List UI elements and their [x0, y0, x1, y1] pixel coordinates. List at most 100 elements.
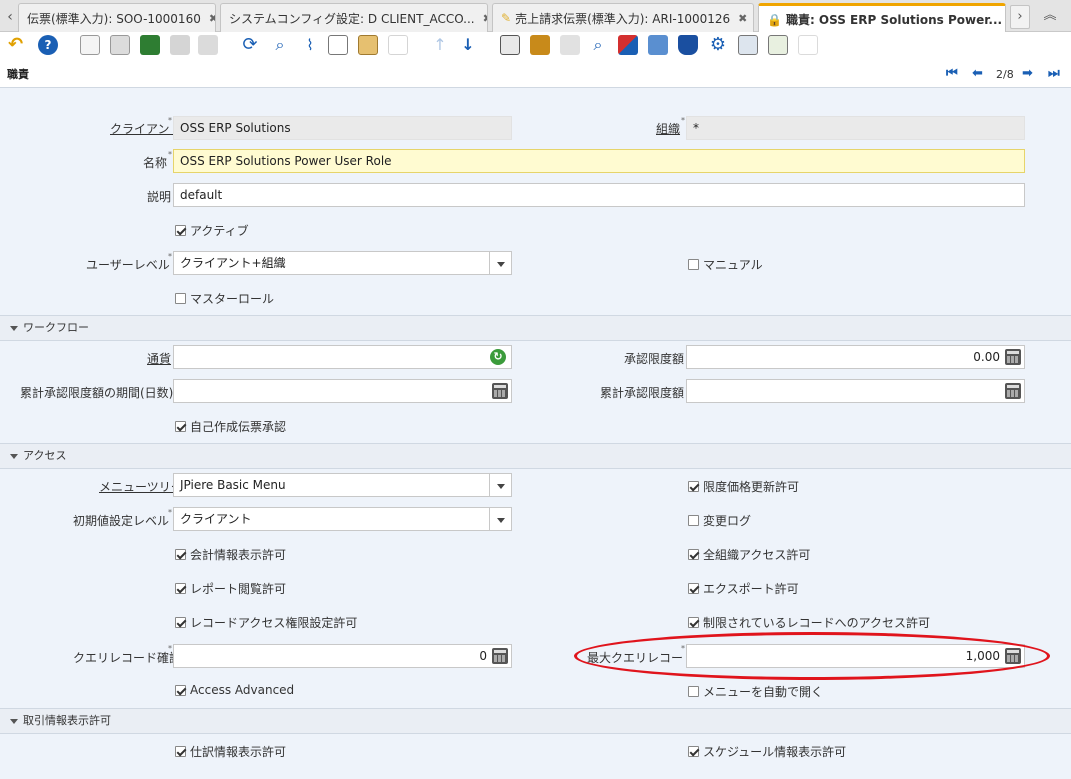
user-level-select[interactable]: クライアント+組織 [173, 251, 512, 275]
calculator-icon[interactable] [492, 648, 508, 664]
checkbox-box[interactable] [175, 746, 186, 757]
save-new-icon[interactable] [198, 35, 218, 55]
checkbox-box[interactable] [175, 684, 186, 696]
chevron-down-icon[interactable] [489, 252, 511, 274]
record-access-checkbox[interactable]: レコードアクセス権限設定許可 [175, 614, 357, 631]
last-record-icon[interactable]: ⏭ [1048, 66, 1060, 81]
checkbox-box[interactable] [688, 259, 699, 270]
schedule-checkbox[interactable]: スケジュール情報表示許可 [688, 743, 846, 760]
calculator-icon[interactable] [1005, 349, 1021, 365]
checkbox-box[interactable] [175, 549, 186, 560]
checkbox-box[interactable] [688, 686, 699, 697]
max-query-input[interactable]: 1,000 [686, 644, 1025, 668]
close-icon[interactable]: ✖ [209, 12, 215, 25]
archive-icon[interactable] [530, 35, 550, 55]
chevron-down-icon[interactable] [489, 474, 511, 496]
tab-role[interactable]: 🔒 職責: OSS ERP Solutions Power... ✖ [758, 3, 1006, 33]
checkbox-box[interactable] [688, 549, 699, 560]
restricted-access-checkbox[interactable]: 制限されているレコードへのアクセス許可 [688, 614, 930, 631]
database-icon[interactable] [678, 35, 698, 55]
all-orgs-checkbox[interactable]: 全組織アクセス許可 [688, 546, 810, 563]
active-checkbox[interactable]: アクティブ [175, 222, 249, 239]
tab-sales-order[interactable]: 伝票(標準入力): SOO-1000160 ✖ [18, 3, 216, 32]
report-icon[interactable] [500, 35, 520, 55]
checkbox-box[interactable] [175, 617, 186, 628]
delete-icon[interactable] [140, 35, 160, 55]
undo-icon[interactable]: ↶ [8, 35, 28, 55]
export-icon[interactable] [738, 35, 758, 55]
change-log-checkbox[interactable]: 変更ログ [688, 512, 751, 529]
close-icon[interactable]: ✖ [738, 12, 747, 25]
next-record-icon[interactable]: ➡ [1022, 66, 1033, 81]
menu-tree-select[interactable]: JPiere Basic Menu [173, 473, 512, 497]
checkbox-box[interactable] [688, 515, 699, 526]
checkbox-box[interactable] [175, 225, 186, 236]
checkbox-box[interactable] [175, 293, 186, 304]
tab-ar-invoice[interactable]: ✎ 売上請求伝票(標準入力): ARI-1000126 ✖ [492, 3, 754, 32]
accum-period-input[interactable] [173, 379, 512, 403]
menu-tree-label[interactable]: メニューツリー [99, 478, 183, 495]
product-info-icon[interactable] [648, 35, 668, 55]
currency-input[interactable]: ↻ [173, 345, 512, 369]
save-icon[interactable] [170, 35, 190, 55]
arrow-down-icon[interactable]: ↓ [458, 35, 478, 55]
self-approve-checkbox[interactable]: 自己作成伝票承認 [175, 418, 286, 435]
close-icon[interactable]: ✖ [483, 12, 487, 25]
copy-record-icon[interactable] [110, 35, 130, 55]
org-label[interactable]: 組織 [656, 120, 680, 137]
checkbox-box[interactable] [175, 421, 186, 432]
checkbox-box[interactable] [688, 746, 699, 757]
refresh-icon[interactable]: ⟳ [240, 35, 260, 55]
manual-checkbox[interactable]: マニュアル [688, 256, 763, 273]
parent-record-icon[interactable] [388, 35, 408, 55]
calculator-icon[interactable] [1005, 648, 1021, 664]
currency-label[interactable]: 通貨 [147, 350, 171, 367]
approval-amount-input[interactable]: 0.00 [686, 345, 1025, 369]
checkbox-box[interactable] [688, 481, 699, 492]
chevron-down-icon[interactable] [489, 508, 511, 530]
tab-system-config[interactable]: システムコンフィグ設定: D CLIENT_ACCO... ✖ [220, 3, 488, 32]
section-label: ワークフロー [23, 321, 89, 334]
tab-scroll-left-icon[interactable]: ‹ [2, 6, 18, 28]
find-icon[interactable]: ⌕ [270, 35, 290, 55]
checkbox-box[interactable] [688, 617, 699, 628]
checkbox-box[interactable] [175, 583, 186, 594]
help-icon[interactable]: ? [38, 35, 58, 55]
tab-scroll-right-icon[interactable]: › [1010, 5, 1030, 29]
record-form: クライアント * OSS ERP Solutions 組織 * * 名称 * O… [0, 88, 1071, 779]
price-limit-checkbox[interactable]: 限度価格更新許可 [688, 478, 799, 495]
first-record-icon[interactable]: ⏮ [946, 66, 958, 81]
checkbox-box[interactable] [688, 583, 699, 594]
journal-checkbox[interactable]: 仕訳情報表示許可 [175, 743, 286, 760]
workflow-icon[interactable] [618, 35, 638, 55]
init-level-select[interactable]: クライアント [173, 507, 512, 531]
report-view-checkbox[interactable]: レポート閲覧許可 [175, 580, 286, 597]
show-acct-checkbox[interactable]: 会計情報表示許可 [175, 546, 286, 563]
access-advanced-checkbox[interactable]: Access Advanced [175, 683, 294, 697]
previous-record-icon[interactable]: ⬅ [972, 66, 983, 81]
calculator-icon[interactable] [492, 383, 508, 399]
currency-search-icon[interactable]: ↻ [490, 349, 506, 365]
attachment-icon[interactable]: ⌇ [300, 35, 320, 55]
zoom-across-icon[interactable]: ⌕ [588, 35, 608, 55]
arrow-up-icon[interactable]: ↑ [430, 35, 450, 55]
description-input[interactable]: default [173, 183, 1025, 207]
calculator-icon[interactable] [1005, 383, 1021, 399]
file-import-icon[interactable] [798, 35, 818, 55]
gear-icon[interactable]: ⚙ [708, 35, 728, 55]
chat-icon[interactable] [328, 35, 348, 55]
section-workflow[interactable]: ワークフロー [0, 315, 1071, 341]
accum-amount-input[interactable] [686, 379, 1025, 403]
auto-expand-checkbox[interactable]: メニューを自動で開く [688, 683, 823, 700]
name-input[interactable]: OSS ERP Solutions Power User Role [173, 149, 1025, 173]
export-checkbox[interactable]: エクスポート許可 [688, 580, 799, 597]
section-access[interactable]: アクセス [0, 443, 1071, 469]
master-role-checkbox[interactable]: マスターロール [175, 290, 274, 307]
import-icon[interactable] [768, 35, 788, 55]
grid-toggle-icon[interactable] [358, 35, 378, 55]
section-trx-info[interactable]: 取引情報表示許可 [0, 708, 1071, 734]
collapse-icon[interactable]: ︽ [1040, 5, 1060, 29]
new-record-icon[interactable] [80, 35, 100, 55]
confirm-query-input[interactable]: 0 [173, 644, 512, 668]
print-icon[interactable] [560, 35, 580, 55]
